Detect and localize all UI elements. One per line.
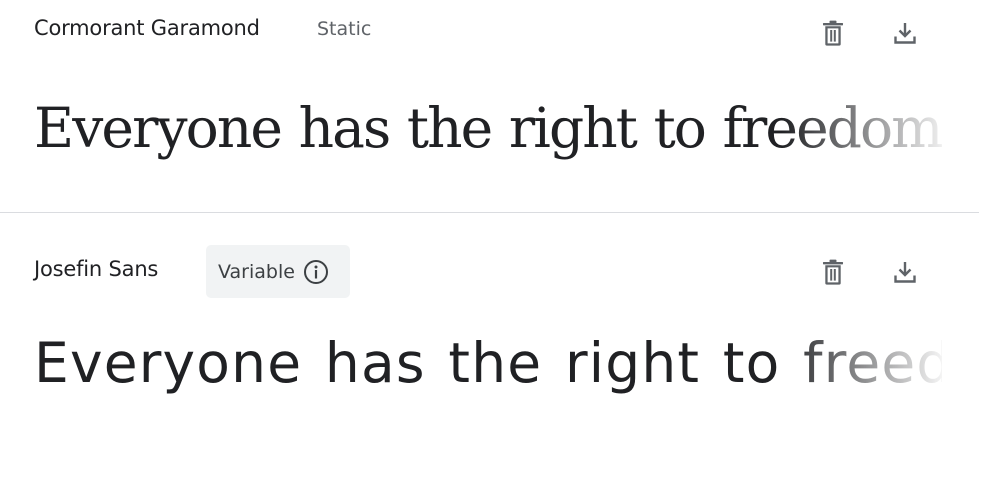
font-type-label: Static [317, 18, 372, 40]
info-icon[interactable] [303, 259, 329, 285]
download-icon [893, 21, 917, 45]
download-font-button[interactable] [885, 252, 925, 292]
download-font-button[interactable] [885, 13, 925, 53]
font-type-label: Variable [218, 260, 295, 283]
font-sample-text: Everyone has the right to freedom of tho… [34, 96, 946, 160]
trash-icon [822, 20, 844, 46]
download-icon [893, 260, 917, 284]
font-name: Cormorant Garamond [34, 16, 260, 40]
trash-icon [822, 259, 844, 285]
remove-font-button[interactable] [813, 252, 853, 292]
font-row-josefin-sans: Josefin Sans Variable Everyone has the r… [0, 213, 979, 478]
variable-font-badge[interactable]: Variable [206, 245, 350, 298]
font-sample-text: Everyone has the right to freedom [34, 331, 942, 395]
font-name: Josefin Sans [34, 257, 159, 281]
remove-font-button[interactable] [813, 13, 853, 53]
font-row-cormorant-garamond: Cormorant Garamond Static Everyone has t… [0, 0, 979, 213]
